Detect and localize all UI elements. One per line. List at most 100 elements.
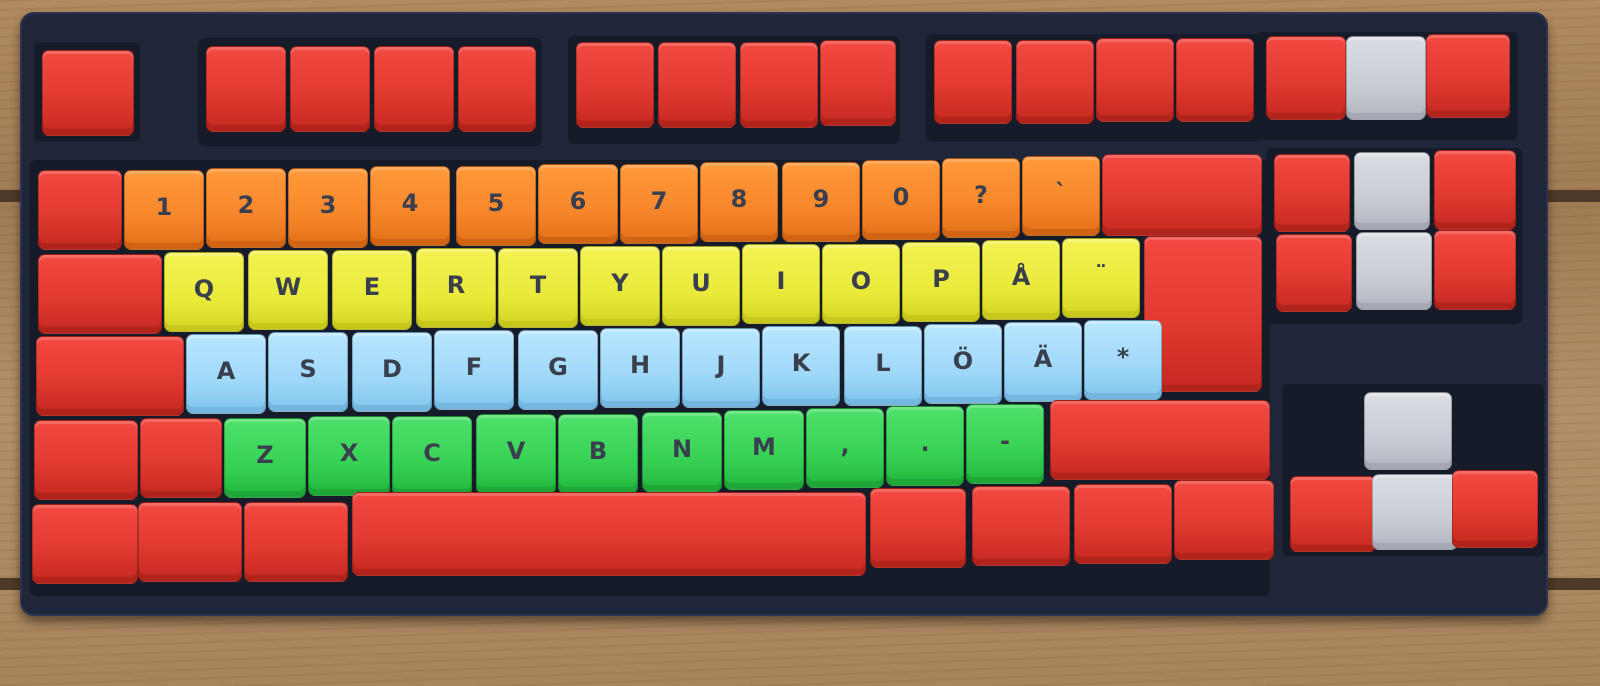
key-m[interactable]: M bbox=[724, 410, 804, 490]
page-up-key[interactable] bbox=[1434, 150, 1516, 230]
key-a-ring[interactable]: Å bbox=[982, 240, 1060, 320]
section-key[interactable] bbox=[38, 170, 122, 250]
pause-key[interactable] bbox=[1426, 34, 1510, 118]
function-key[interactable] bbox=[206, 46, 286, 132]
key-1[interactable]: 1 bbox=[124, 170, 204, 250]
function-key[interactable] bbox=[458, 46, 536, 132]
home-key[interactable] bbox=[1354, 152, 1430, 230]
key-4[interactable]: 4 bbox=[370, 166, 450, 246]
key-6[interactable]: 6 bbox=[538, 164, 618, 244]
key-label: ` bbox=[1055, 179, 1067, 207]
end-key[interactable] bbox=[1356, 232, 1432, 310]
function-key[interactable] bbox=[290, 46, 370, 132]
key-label: J bbox=[716, 351, 726, 379]
insert-key[interactable] bbox=[1274, 154, 1350, 232]
key-5[interactable]: 5 bbox=[456, 166, 536, 246]
key-backtick[interactable]: ` bbox=[1022, 156, 1100, 236]
caps-lock-key[interactable] bbox=[36, 336, 184, 416]
key-minus[interactable]: - bbox=[966, 404, 1044, 484]
key-7[interactable]: 7 bbox=[620, 164, 698, 244]
function-key[interactable] bbox=[658, 42, 736, 128]
key-0[interactable]: 0 bbox=[862, 160, 940, 240]
scroll-lock-key[interactable] bbox=[1346, 36, 1426, 120]
key-label: ¨ bbox=[1095, 261, 1107, 289]
key-g[interactable]: G bbox=[518, 330, 598, 410]
key-d[interactable]: D bbox=[352, 332, 432, 412]
key-a[interactable]: A bbox=[186, 334, 266, 414]
key-q[interactable]: Q bbox=[164, 252, 244, 332]
arrow-right-key[interactable] bbox=[1452, 470, 1538, 548]
delete-key[interactable] bbox=[1276, 234, 1352, 312]
function-key[interactable] bbox=[1176, 38, 1254, 122]
key-y[interactable]: Y bbox=[580, 246, 660, 326]
page-down-key[interactable] bbox=[1434, 230, 1516, 310]
arrow-up-key[interactable] bbox=[1364, 392, 1452, 470]
key-n[interactable]: N bbox=[642, 412, 722, 492]
key-h[interactable]: H bbox=[600, 328, 680, 408]
key-p[interactable]: P bbox=[902, 242, 980, 322]
escape-key[interactable] bbox=[42, 50, 134, 136]
key-l[interactable]: L bbox=[844, 326, 922, 406]
key-label: Å bbox=[1011, 263, 1031, 291]
key-comma[interactable]: , bbox=[806, 408, 884, 488]
key-c[interactable]: C bbox=[392, 416, 472, 496]
function-key[interactable] bbox=[740, 42, 818, 128]
key-e[interactable]: E bbox=[332, 250, 412, 330]
key-2[interactable]: 2 bbox=[206, 168, 286, 248]
left-shift-key[interactable] bbox=[34, 420, 138, 500]
key-label: 6 bbox=[569, 187, 587, 215]
key-j[interactable]: J bbox=[682, 328, 760, 408]
key-8[interactable]: 8 bbox=[700, 162, 778, 242]
arrow-down-key[interactable] bbox=[1372, 474, 1458, 550]
key-label: G bbox=[548, 353, 568, 381]
tab-key[interactable] bbox=[38, 254, 162, 334]
function-key[interactable] bbox=[1016, 40, 1094, 124]
spacebar[interactable] bbox=[352, 492, 866, 576]
key-9[interactable]: 9 bbox=[782, 162, 860, 242]
key-label: W bbox=[274, 273, 302, 301]
key-label: 1 bbox=[155, 193, 173, 221]
key-f[interactable]: F bbox=[434, 330, 514, 410]
key-question[interactable]: ? bbox=[942, 158, 1020, 238]
right-ctrl-key[interactable] bbox=[1174, 480, 1274, 560]
key-3[interactable]: 3 bbox=[288, 168, 368, 248]
function-key[interactable] bbox=[820, 40, 896, 126]
function-key[interactable] bbox=[934, 40, 1012, 124]
menu-key[interactable] bbox=[1074, 484, 1172, 564]
key-r[interactable]: R bbox=[416, 248, 496, 328]
key-a-umlaut[interactable]: Ä bbox=[1004, 322, 1082, 402]
left-win-key[interactable] bbox=[138, 502, 242, 582]
key-diaeresis[interactable]: ¨ bbox=[1062, 238, 1140, 318]
key-period[interactable]: . bbox=[886, 406, 964, 486]
key-label: H bbox=[629, 351, 651, 379]
arrow-left-key[interactable] bbox=[1290, 476, 1376, 552]
key-t[interactable]: T bbox=[498, 248, 578, 328]
key-label: R bbox=[446, 271, 466, 299]
key-o[interactable]: O bbox=[822, 244, 900, 324]
key-asterisk[interactable]: * bbox=[1084, 320, 1162, 400]
left-ctrl-key[interactable] bbox=[32, 504, 138, 584]
left-alt-key[interactable] bbox=[244, 502, 348, 582]
key-label: 5 bbox=[487, 189, 505, 217]
key-s[interactable]: S bbox=[268, 332, 348, 412]
function-key[interactable] bbox=[374, 46, 454, 132]
key-z[interactable]: Z bbox=[224, 418, 306, 498]
function-key[interactable] bbox=[576, 42, 654, 128]
key-u[interactable]: U bbox=[662, 246, 740, 326]
key-v[interactable]: V bbox=[476, 414, 556, 494]
function-key[interactable] bbox=[1096, 38, 1174, 122]
key-w[interactable]: W bbox=[248, 250, 328, 330]
key-k[interactable]: K bbox=[762, 326, 840, 406]
key-label: Z bbox=[256, 441, 274, 469]
right-win-key[interactable] bbox=[972, 486, 1070, 566]
print-screen-key[interactable] bbox=[1266, 36, 1346, 120]
key-label: N bbox=[671, 435, 693, 463]
alt-gr-key[interactable] bbox=[870, 488, 966, 568]
backspace-key[interactable] bbox=[1102, 154, 1262, 236]
right-shift-key[interactable] bbox=[1050, 400, 1270, 480]
key-b[interactable]: B bbox=[558, 414, 638, 494]
key-x[interactable]: X bbox=[308, 416, 390, 496]
key-o-umlaut[interactable]: Ö bbox=[924, 324, 1002, 404]
key-i[interactable]: I bbox=[742, 244, 820, 324]
angle-bracket-key[interactable] bbox=[140, 418, 222, 498]
